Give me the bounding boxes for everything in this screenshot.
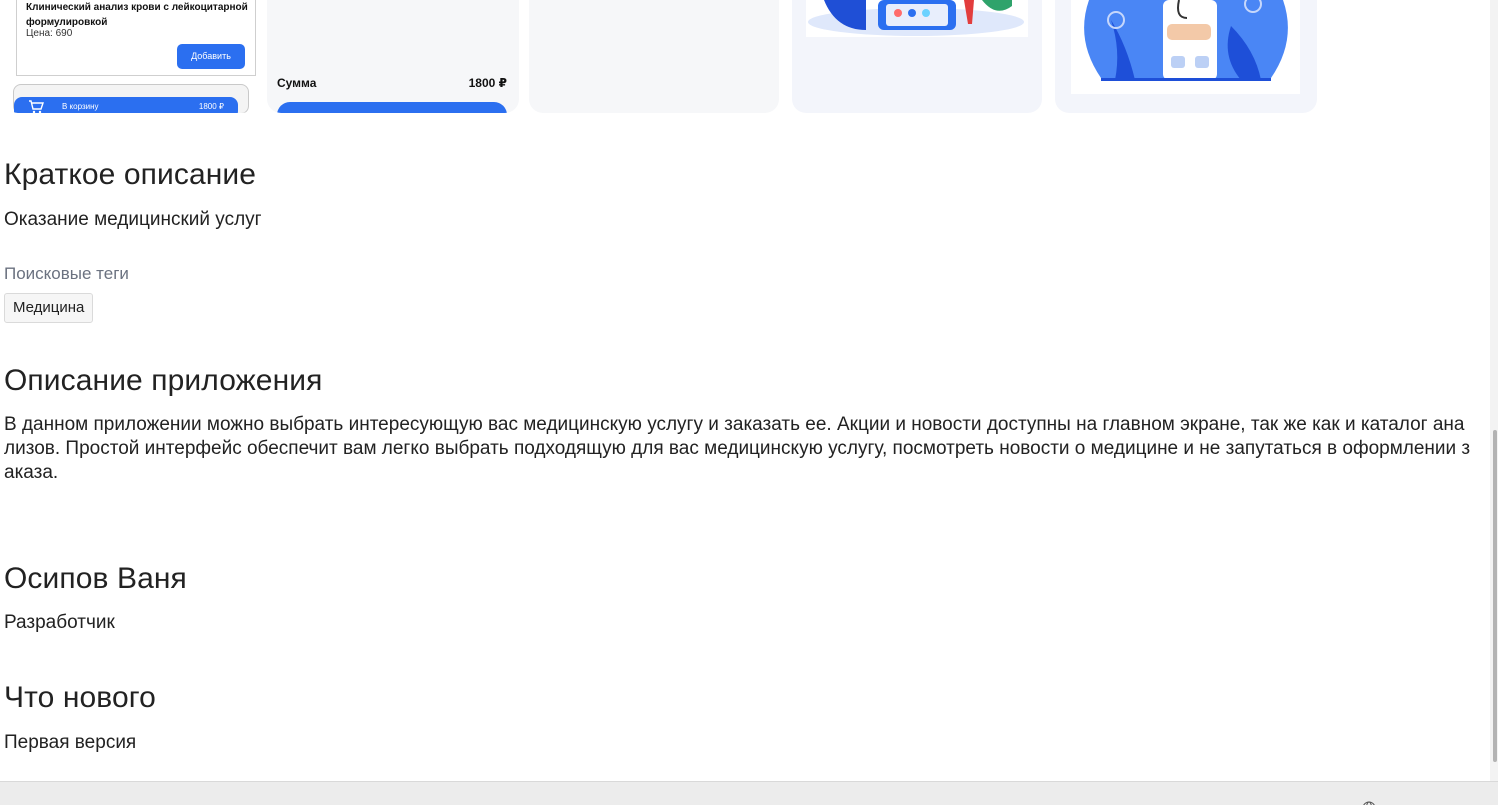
add-button: Добавить bbox=[177, 44, 245, 69]
developer-name: Осипов Ваня bbox=[4, 562, 187, 595]
cart-label: В корзину bbox=[62, 102, 99, 111]
developer-role: Разработчик bbox=[4, 612, 115, 633]
language-selector[interactable] bbox=[1362, 800, 1376, 805]
service-card-title: Клинический анализ крови с лейкоцитарной… bbox=[26, 2, 248, 28]
service-card-price: Цена: 690 bbox=[26, 28, 73, 39]
app-description-text: В данном приложении можно выбрать интере… bbox=[4, 414, 1471, 483]
screenshot-illustration-clinic[interactable] bbox=[792, 0, 1042, 113]
clinic-illustration bbox=[806, 0, 1028, 37]
sum-label: Сумма bbox=[277, 76, 317, 90]
doctor-illustration bbox=[1071, 0, 1300, 94]
sum-value: 1800 ₽ bbox=[468, 76, 507, 90]
service-card: Клинический анализ крови с лейкоцитарной… bbox=[16, 0, 256, 76]
short-description-text: Оказание медицинский услуг bbox=[4, 209, 262, 230]
short-description-heading: Краткое описание bbox=[4, 158, 257, 191]
whats-new-text: Первая версия bbox=[4, 732, 137, 753]
whats-new-heading: Что нового bbox=[4, 681, 156, 714]
search-tags-label: Поисковые теги bbox=[4, 264, 129, 283]
search-tag[interactable]: Медицина bbox=[4, 293, 94, 323]
app-description-heading: Описание приложения bbox=[4, 364, 323, 397]
screenshot-blank[interactable] bbox=[529, 0, 779, 113]
page-footer bbox=[0, 781, 1498, 805]
scrollbar-thumb[interactable] bbox=[1493, 430, 1497, 762]
screenshot-illustration-doctor[interactable] bbox=[1055, 0, 1317, 113]
screenshots-gallery[interactable]: Клинический анализ крови с лейкоцитарной… bbox=[0, 0, 1498, 114]
screenshot-cart[interactable]: Клинический анализ крови с лейкоцитарной… bbox=[4, 0, 256, 113]
cart-bar: В корзину 1800 ₽ bbox=[14, 97, 238, 113]
cart-icon bbox=[29, 100, 44, 113]
globe-icon bbox=[1363, 801, 1375, 805]
cart-total: 1800 ₽ bbox=[198, 102, 224, 111]
screenshot-summary[interactable]: Сумма 1800 ₽ bbox=[267, 0, 519, 113]
checkout-button bbox=[277, 102, 507, 113]
